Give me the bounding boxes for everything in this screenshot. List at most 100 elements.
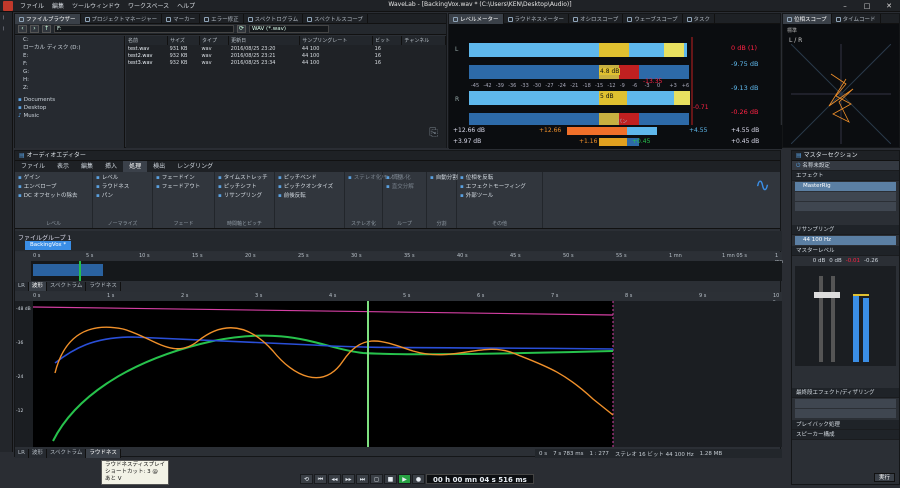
ribbon-item[interactable]: ▪ レベル xyxy=(96,174,149,183)
ribbon-item[interactable]: ▪ タイムストレッチ xyxy=(218,174,271,183)
ribbon-item[interactable]: ▪ パン xyxy=(96,192,149,201)
ribbon-item[interactable]: ▪ 直交分解 xyxy=(386,183,423,192)
tab-spectrogram[interactable]: スペクトログラム xyxy=(244,14,304,24)
effects-header[interactable]: エフェクト xyxy=(792,171,899,181)
tree-item[interactable]: E: xyxy=(15,52,124,60)
dock-tab-a[interactable]: ー xyxy=(0,12,7,23)
resample-rate[interactable]: 44 100 Hz xyxy=(795,236,896,245)
tab-file-browser[interactable]: ファイルブラウザー xyxy=(15,14,81,24)
back-icon[interactable]: ‹ xyxy=(18,25,27,33)
place-music[interactable]: ♪ Music xyxy=(15,112,124,120)
final-slot-1[interactable] xyxy=(795,399,896,408)
tab-project-manager[interactable]: プロジェクトマネージャー xyxy=(81,14,163,24)
tab-wavescope[interactable]: ウェーブスコープ xyxy=(623,14,683,24)
up-icon[interactable]: ↑ xyxy=(42,25,51,33)
stop-icon[interactable]: ■ xyxy=(384,474,397,484)
tree-item[interactable]: ローカル ディスク (D:) xyxy=(15,44,124,52)
dock-tab-b[interactable]: ー xyxy=(0,23,7,34)
place-documents[interactable]: ▪ Documents xyxy=(15,96,124,104)
view-tab-wave[interactable]: 波形 xyxy=(28,449,47,458)
minimize-icon[interactable]: – xyxy=(834,0,856,12)
column-header[interactable]: 更新日 xyxy=(228,36,301,45)
tree-item[interactable]: C: xyxy=(15,36,124,44)
menu-edit[interactable]: 編集 xyxy=(48,1,68,10)
fast-forward-icon[interactable]: ▸▸ xyxy=(342,474,355,484)
resample-header[interactable]: リサンプリング xyxy=(792,225,899,235)
ribbon-tab-6[interactable]: レンダリング xyxy=(171,161,219,172)
render-button[interactable]: 実行 xyxy=(873,473,895,482)
tab-error-correction[interactable]: エラー修正 xyxy=(200,14,244,24)
ribbon-tab-0[interactable]: ファイル xyxy=(15,161,51,172)
column-header[interactable]: ビット xyxy=(372,36,403,45)
overview-tab-loudness[interactable]: ラウドネス xyxy=(86,282,121,291)
maximize-icon[interactable]: □ xyxy=(856,0,878,12)
tab-timecode[interactable]: タイムコード xyxy=(832,14,881,24)
column-header[interactable]: サンプリングレート xyxy=(299,36,374,45)
place-desktop[interactable]: ▪ Desktop xyxy=(15,104,124,112)
tab-loudness-meter[interactable]: ラウドネスメーター xyxy=(504,14,570,24)
ribbon-item[interactable]: ▪ リサンプリング xyxy=(218,192,271,201)
ribbon-item[interactable]: ▪ ピッチベンド xyxy=(278,174,341,183)
ribbon-item[interactable]: ▪ 前後反転 xyxy=(278,192,341,201)
overview-tab-wave[interactable]: 波形 xyxy=(28,282,47,291)
tab-spectrum-scope[interactable]: スペクトルスコープ xyxy=(303,14,368,24)
fader-knob-r[interactable] xyxy=(826,292,840,298)
ribbon-item[interactable]: ▪ フェードイン xyxy=(156,174,211,183)
tree-item[interactable]: H: xyxy=(15,76,124,84)
close-icon[interactable]: ✕ xyxy=(878,0,900,12)
menu-file[interactable]: ファイル xyxy=(16,1,48,10)
tab-task[interactable]: タスク xyxy=(683,14,716,24)
loop-icon[interactable]: ⟲ xyxy=(300,474,313,484)
ribbon-item[interactable]: ▪ 自動分割 xyxy=(430,174,458,183)
final-effects-header[interactable]: 最終段エフェクト/ディザリング xyxy=(792,388,899,398)
ribbon-item[interactable]: ▪ 位相を反転 xyxy=(460,174,539,183)
tree-item[interactable]: Z: xyxy=(15,84,124,92)
goto-end-icon[interactable]: ⏭ xyxy=(356,474,369,484)
path-field[interactable]: F: xyxy=(54,25,234,33)
forward-icon[interactable]: › xyxy=(30,25,39,33)
status-zoom[interactable]: 1 : 277 xyxy=(589,451,608,457)
status-format[interactable]: ステレオ 16 ビット 44 100 Hz xyxy=(615,450,694,458)
table-row[interactable]: test3.wav 932 KB wav 2016/08/25 23:34 44 100… xyxy=(126,59,446,66)
status-position[interactable]: 0 s xyxy=(539,451,547,457)
overview-tab-lr[interactable]: LR xyxy=(15,282,29,291)
ribbon-item[interactable]: ▪ 外部ツール xyxy=(460,192,539,201)
ribbon-tab-5[interactable]: 検出 xyxy=(147,161,171,172)
ribbon-tab-1[interactable]: 表示 xyxy=(51,161,75,172)
table-row[interactable]: test.wav 931 KB wav 2016/08/25 23:20 44 100 1… xyxy=(126,45,446,52)
ribbon-item[interactable]: ▪ ラウドネス xyxy=(96,183,149,192)
rewind-icon[interactable]: ◂◂ xyxy=(328,474,341,484)
play-icon[interactable]: ▶ xyxy=(398,474,411,484)
status-length[interactable]: 7 s 783 ms xyxy=(553,451,583,457)
effect-slot-masterrig[interactable]: MasterRig xyxy=(795,182,896,191)
column-header[interactable]: タイプ xyxy=(199,36,230,45)
loudness-graph[interactable] xyxy=(33,301,782,447)
menu-workspace[interactable]: ワークスペース xyxy=(124,1,173,10)
menu-toolwindows[interactable]: ツールウィンドウ xyxy=(68,1,124,10)
file-tab-backingvox[interactable]: BackingVox * xyxy=(25,241,72,250)
ribbon-tab-4[interactable]: 処理 xyxy=(123,161,148,172)
column-header[interactable]: チャンネル xyxy=(401,36,446,45)
effect-slot-empty-2[interactable] xyxy=(795,202,896,211)
tab-phase-scope[interactable]: 位相スコープ xyxy=(783,14,832,24)
column-header[interactable]: サイズ xyxy=(167,36,200,45)
final-slot-2[interactable] xyxy=(795,409,896,418)
refresh-icon[interactable]: ⟳ xyxy=(237,25,246,33)
tree-item[interactable]: F: xyxy=(15,60,124,68)
view-tab-loudness[interactable]: ラウドネス xyxy=(86,449,121,458)
overview-waveform[interactable] xyxy=(31,261,782,281)
phase-preset[interactable]: 標準 xyxy=(787,27,797,34)
ribbon-item[interactable]: ▪ ゲイン xyxy=(18,174,89,183)
tab-markers[interactable]: マーカー xyxy=(162,14,201,24)
ribbon-item[interactable]: ▪ エフェクトモーフィング xyxy=(460,183,539,192)
master-preset-row[interactable]: ⏻ 名称未設定 xyxy=(792,161,899,171)
menu-help[interactable]: ヘルプ xyxy=(173,1,199,10)
ribbon-item[interactable]: ▪ ピッチクオンタイズ xyxy=(278,183,341,192)
master-level-header[interactable]: マスターレベル xyxy=(792,246,899,256)
time-display[interactable]: 00 h 00 mn 04 s 516 ms xyxy=(426,474,534,484)
ribbon-item[interactable]: ▪ フェードアウト xyxy=(156,183,211,192)
ribbon-item[interactable]: ▪ ステレオ化/モノラル化 xyxy=(348,174,411,183)
speaker-config[interactable]: スピーカー構成 xyxy=(792,430,899,440)
view-tab-lr[interactable]: LR xyxy=(15,449,29,458)
ribbon-tab-3[interactable]: 挿入 xyxy=(99,161,123,172)
